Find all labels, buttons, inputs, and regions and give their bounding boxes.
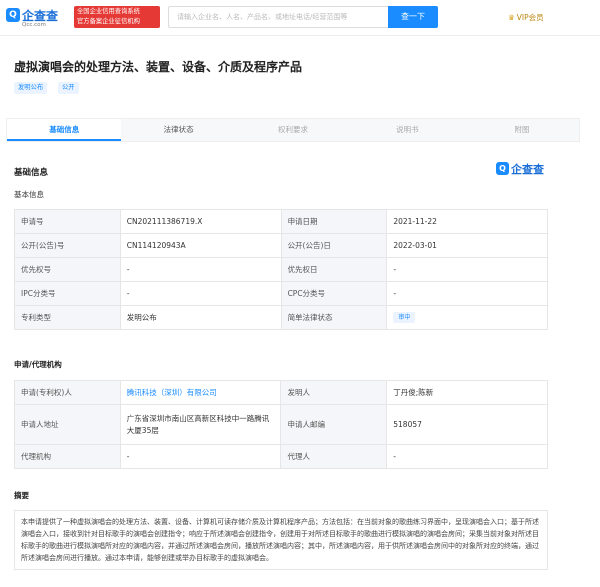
cert-line-1: 全国企业信用查询系统 [77, 8, 140, 15]
field-value: CN202111386719.X [119, 209, 282, 234]
table-row: 优先权号 - 优先权日 - [14, 257, 548, 282]
field-value: 发明公布 [119, 305, 282, 330]
field-value: 丁丹俊;陈新 [386, 380, 548, 405]
tab-specification[interactable]: 说明书 [350, 119, 464, 141]
status-cell: 审中 [386, 305, 548, 330]
certification-badge: 全国企业信用查询系统 官方备案企业征信机构 [74, 6, 160, 28]
tab-legal-status[interactable]: 法律状态 [121, 119, 235, 141]
table-row: 专利类型 发明公布 简单法律状态 审中 [14, 305, 548, 330]
field-value: 2022-03-01 [386, 233, 548, 258]
search-input[interactable]: 请输入企业名、人名、产品名、或地址电话/经营范围等 [168, 6, 388, 28]
table-row: 代理机构 - 代理人 - [14, 444, 548, 469]
field-label: 公开(公告)号 [14, 233, 121, 258]
top-header: Q 企查查 Qcc.com 全国企业信用查询系统 官方备案企业征信机构 请输入企… [0, 0, 600, 36]
vip-label: VIP会员 [516, 13, 544, 22]
applicant-link[interactable]: 腾讯科技（深圳）有限公司 [127, 388, 217, 397]
qcc-brand-icon: Q [496, 162, 509, 175]
search-button[interactable]: 查一下 [388, 6, 438, 28]
page-title: 虚拟演唱会的处理方法、装置、设备、介质及程序产品 [14, 60, 303, 74]
tab-claims[interactable]: 权利要求 [236, 119, 350, 141]
field-label: 申请人邮编 [280, 404, 388, 445]
cert-line-2: 官方备案企业征信机构 [77, 18, 140, 25]
table-row: 申请人地址 广东省深圳市南山区高新区科技中一路腾讯大厦35层 申请人邮编 518… [14, 404, 548, 445]
qcc-logo[interactable]: Q 企查查 Qcc.com [6, 6, 70, 30]
brand-text: 企查查 [511, 163, 544, 176]
crown-icon: ♛ [508, 13, 515, 22]
tab-bar: 基础信息 法律状态 权利要求 说明书 附图 [6, 118, 580, 142]
tab-drawings[interactable]: 附图 [465, 119, 579, 141]
subsection-title-basic: 基本信息 [14, 190, 44, 199]
field-label: 代理人 [280, 444, 388, 469]
table-row: 公开(公告)号 CN114120943A 公开(公告)日 2022-03-01 [14, 233, 548, 258]
field-value: 广东省深圳市南山区高新区科技中一路腾讯大厦35层 [119, 404, 282, 445]
applicant-table: 申请(专利权)人 腾讯科技（深圳）有限公司 发明人 丁丹俊;陈新 申请人地址 广… [14, 380, 548, 469]
field-label: 申请号 [14, 209, 121, 234]
table-row: 申请(专利权)人 腾讯科技（深圳）有限公司 发明人 丁丹俊;陈新 [14, 380, 548, 405]
field-value: - [119, 444, 282, 469]
section-title-basic: 基础信息 [14, 168, 49, 178]
field-label: 优先权日 [280, 257, 388, 282]
section-title-applicant: 申请/代理机构 [14, 360, 62, 369]
title-area: 虚拟演唱会的处理方法、装置、设备、介质及程序产品 发明公布 公开 [0, 36, 600, 108]
field-label: 专利类型 [14, 305, 121, 330]
status-badge: 审中 [393, 312, 416, 323]
field-value: - [119, 281, 282, 306]
abstract-text: 本申请提供了一种虚拟演唱会的处理方法、装置、设备、计算机可读存储介质及计算机程序… [14, 510, 548, 570]
field-label: 申请(专利权)人 [14, 380, 121, 405]
field-label: IPC分类号 [14, 281, 121, 306]
field-label: CPC分类号 [280, 281, 388, 306]
field-value: CN114120943A [119, 233, 282, 258]
field-value: - [386, 444, 548, 469]
table-row: IPC分类号 - CPC分类号 - [14, 281, 548, 306]
field-label: 申请人地址 [14, 404, 121, 445]
basic-info-table: 申请号 CN202111386719.X 申请日期 2021-11-22 公开(… [14, 209, 548, 330]
tag-type[interactable]: 发明公布 [14, 82, 48, 94]
section-title-abstract: 摘要 [14, 491, 29, 500]
tag-status[interactable]: 公开 [58, 82, 79, 94]
field-value: 2021-11-22 [386, 209, 548, 234]
applicant-cell: 腾讯科技（深圳）有限公司 [119, 380, 282, 405]
field-label: 简单法律状态 [280, 305, 388, 330]
field-label: 公开(公告)日 [280, 233, 388, 258]
vip-link[interactable]: ♛ VIP会员 [508, 12, 544, 23]
qcc-brand-logo: Q 企查查 [496, 161, 556, 177]
field-value: - [119, 257, 282, 282]
field-value: - [386, 257, 548, 282]
field-label: 代理机构 [14, 444, 121, 469]
field-label: 优先权号 [14, 257, 121, 282]
logo-subtext: Qcc.com [22, 22, 46, 28]
field-label: 申请日期 [280, 209, 388, 234]
qcc-logo-icon: Q [6, 8, 20, 22]
field-label: 发明人 [280, 380, 388, 405]
table-row: 申请号 CN202111386719.X 申请日期 2021-11-22 [14, 209, 548, 234]
field-value: 518057 [386, 404, 548, 445]
field-value: - [386, 281, 548, 306]
tab-basic-info[interactable]: 基础信息 [7, 119, 122, 141]
